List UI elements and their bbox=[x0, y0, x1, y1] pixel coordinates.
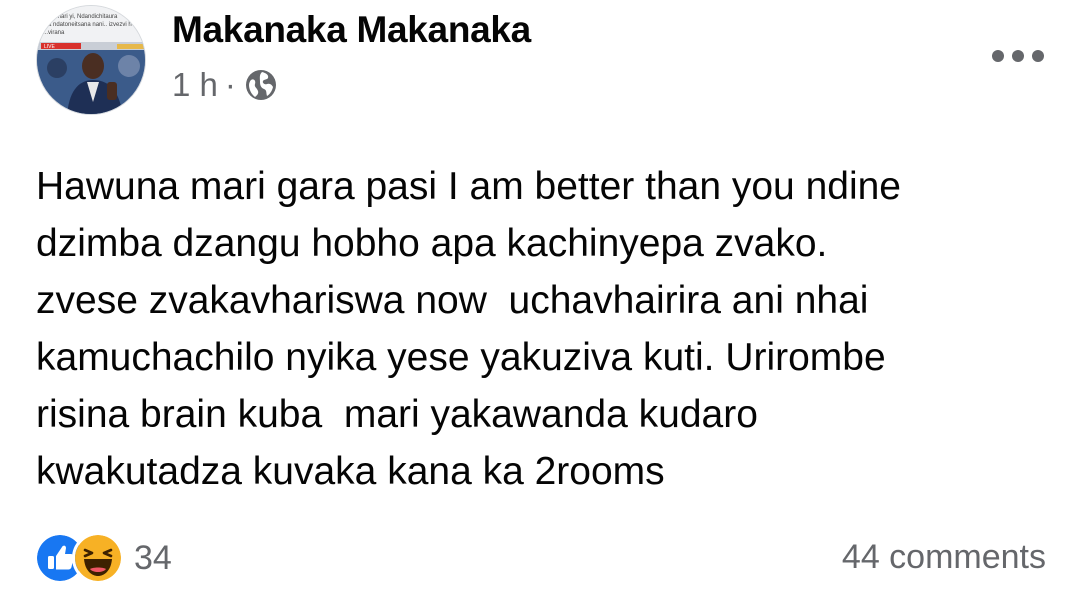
post-text-line: kamuchachilo nyika yese yakuziva kuti. U… bbox=[36, 336, 886, 379]
post-text-line: kwakutadza kuvaka kana ka 2rooms bbox=[36, 450, 665, 493]
more-dot bbox=[1012, 50, 1024, 62]
post-meta: 1 h · bbox=[172, 66, 278, 104]
post-text-line: dzimba dzangu hobho apa kachinyepa zvako… bbox=[36, 222, 828, 265]
post-text-line: Hawuna mari gara pasi I am better than y… bbox=[36, 165, 901, 208]
avatar-caption-line: ...mari yi, Ndandichitaura bbox=[51, 14, 118, 20]
avatar-image: ...mari yi, Ndandichitaura ...a ndatonei… bbox=[37, 6, 145, 114]
post-text-line: zvese zvakavhariswa now uchavhairira ani… bbox=[36, 279, 869, 322]
reaction-count: 34 bbox=[134, 538, 172, 577]
post-timestamp[interactable]: 1 h bbox=[172, 66, 218, 104]
post-text-line: risina brain kuba mari yakawanda kudaro bbox=[36, 393, 758, 436]
more-dot bbox=[992, 50, 1004, 62]
avatar-banner-text: LIVE bbox=[44, 44, 56, 50]
author-name[interactable]: Makanaka Makanaka bbox=[172, 9, 531, 51]
more-dot bbox=[1032, 50, 1044, 62]
more-horizontal-icon[interactable] bbox=[992, 44, 1044, 68]
avatar-caption-line: ...virana bbox=[43, 30, 65, 36]
comments-count-link[interactable]: 44 comments bbox=[842, 538, 1046, 577]
author-avatar[interactable]: ...mari yi, Ndandichitaura ...a ndatonei… bbox=[36, 5, 146, 115]
meta-separator: · bbox=[224, 66, 236, 103]
avatar-caption-line: ...a ndatoneitsana nani.. izvezvi h bbox=[43, 22, 132, 28]
globe-icon[interactable] bbox=[244, 68, 278, 102]
haha-icon bbox=[72, 532, 124, 584]
reactions-summary[interactable]: 34 bbox=[34, 532, 172, 584]
post-text: Hawuna mari gara pasi I am better than y… bbox=[36, 158, 1056, 500]
